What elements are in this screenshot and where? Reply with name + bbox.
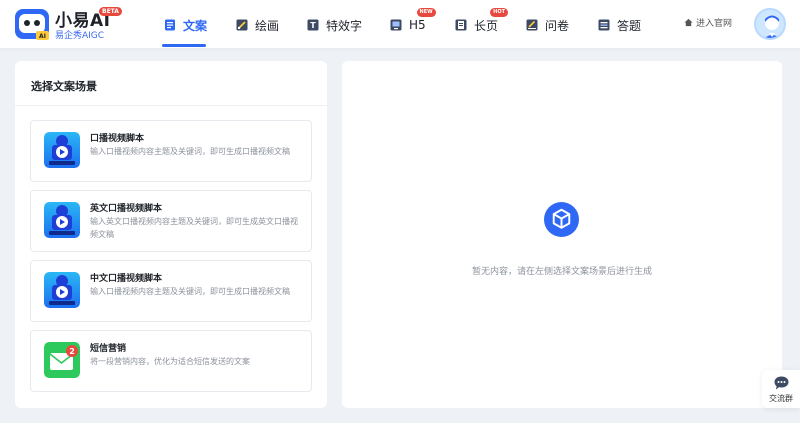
- user-avatar[interactable]: [754, 8, 786, 40]
- chat-icon: [774, 376, 789, 390]
- scene-card-sms-marketing[interactable]: 2 短信营销 将一段营销内容，优化为适合短信发送的文案: [30, 330, 312, 392]
- scene-name: 中文口播视频脚本: [90, 274, 163, 284]
- official-site-label: 进入官网: [696, 19, 733, 29]
- survey-icon: [526, 19, 538, 31]
- effect-text-icon: T: [307, 19, 319, 31]
- scene-selection-panel: 选择文案场景 口播视频脚本 输入口播视频内容主题及关键词，即可生成口播视频文稿: [15, 61, 327, 408]
- nav-tab-h5[interactable]: H5 NEW: [390, 8, 436, 36]
- hot-badge: HOT: [490, 8, 509, 17]
- float-button-label: 交流群: [769, 394, 793, 403]
- divider: [15, 105, 327, 106]
- new-badge: NEW: [416, 8, 436, 17]
- video-script-icon: [44, 132, 80, 168]
- nav-tab-painting[interactable]: 绘画: [236, 14, 279, 36]
- home-icon: [684, 18, 693, 27]
- scene-description: 输入口播视频内容主题及关键词，即可生成口播视频文稿: [90, 147, 290, 156]
- robot-logo-icon[interactable]: AI: [14, 6, 50, 42]
- quiz-icon: [598, 19, 610, 31]
- community-group-button[interactable]: 交流群: [762, 370, 800, 408]
- h5-icon: [390, 19, 402, 31]
- scene-card-english-oral-video-script[interactable]: 英文口播视频脚本 输入英文口播视频内容主题及关键词，即可生成英文口播视频文稿: [30, 190, 312, 252]
- nav-tab-label: 绘画: [255, 18, 280, 33]
- sms-badge-count: 2: [69, 347, 75, 356]
- nav-tab-label: 特效字: [326, 18, 363, 33]
- sms-icon: 2: [44, 342, 80, 378]
- svg-text:T: T: [310, 21, 316, 30]
- beta-badge: BETA: [99, 7, 122, 16]
- nav-tab-label: 问卷: [545, 18, 570, 33]
- scene-description: 将一段营销内容，优化为适合短信发送的文案: [90, 357, 250, 366]
- video-script-icon: [44, 272, 80, 308]
- scene-description: 输入英文口播视频内容主题及关键词，即可生成英文口播视频文稿: [90, 217, 298, 239]
- long-page-icon: [455, 19, 467, 31]
- nav-tab-label: 文案: [183, 18, 208, 33]
- svg-text:AI: AI: [39, 33, 46, 40]
- avatar-icon: [764, 15, 780, 38]
- official-site-link[interactable]: 进入官网: [684, 16, 732, 29]
- scene-card-chinese-oral-video-script[interactable]: 中文口播视频脚本 输入口播视频内容主题及关键词，即可生成口播视频文稿: [30, 260, 312, 322]
- scene-name: 口播视频脚本: [90, 134, 145, 144]
- nav-tab-long-page[interactable]: 长页 HOT: [455, 8, 509, 36]
- document-icon: [165, 19, 175, 31]
- video-script-icon: [44, 202, 80, 238]
- scene-name: 英文口播视频脚本: [90, 204, 163, 214]
- nav-tab-effect-text[interactable]: T 特效字: [307, 14, 362, 36]
- result-panel: 暂无内容，请在左侧选择文案场景后进行生成: [342, 61, 782, 408]
- cube-icon: [544, 202, 579, 237]
- paint-icon: [236, 19, 248, 31]
- scene-card-oral-video-script[interactable]: 口播视频脚本 输入口播视频内容主题及关键词，即可生成口播视频文稿: [30, 120, 312, 182]
- nav-tab-label: 答题: [617, 18, 642, 33]
- empty-state-text: 暂无内容，请在左侧选择文案场景后进行生成: [471, 267, 652, 277]
- nav-tab-survey[interactable]: 问卷: [526, 14, 569, 36]
- nav-tab-label: H5: [409, 18, 426, 32]
- nav-tab-quiz[interactable]: 答题: [598, 14, 641, 36]
- scene-description: 输入口播视频内容主题及关键词，即可生成口播视频文稿: [90, 287, 290, 296]
- panel-title: 选择文案场景: [31, 80, 97, 93]
- scene-name: 短信营销: [90, 344, 127, 354]
- nav-tab-copywriting[interactable]: 文案: [164, 14, 207, 36]
- top-header: AI 小易AI BETA 易企秀AIGC 文案 绘画 T 特效字 H5 NEW …: [0, 0, 800, 48]
- brand-subtitle: 易企秀AIGC: [55, 31, 105, 41]
- active-tab-indicator: [162, 44, 206, 47]
- nav-tab-label: 长页: [474, 18, 499, 33]
